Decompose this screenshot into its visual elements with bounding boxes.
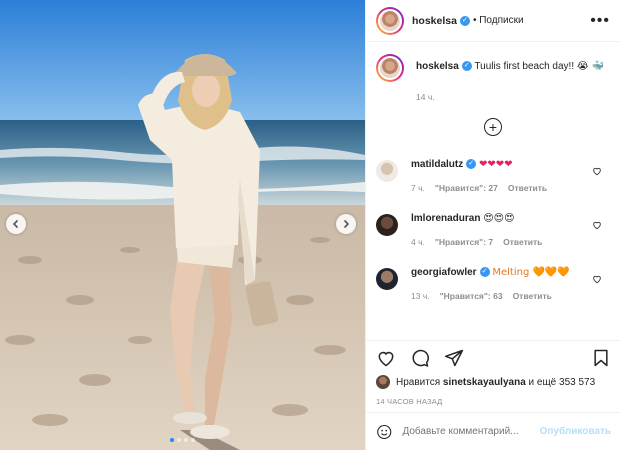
- reply-button[interactable]: Ответить: [503, 235, 542, 249]
- next-photo-button[interactable]: [336, 214, 356, 234]
- plus-circle-icon: +: [484, 118, 502, 136]
- comment-text: Melting 🧡🧡🧡: [492, 267, 570, 278]
- comment-time: 13 ч.: [411, 291, 430, 301]
- comment-username[interactable]: georgiafowler: [411, 267, 477, 278]
- caption-text: hoskelsa ✓ Tuulis first beach day!! 😭 🐳: [416, 60, 604, 82]
- load-more-comments[interactable]: +: [366, 118, 620, 136]
- liker-avatar: [376, 375, 390, 389]
- comment-time: 7 ч.: [411, 183, 425, 193]
- publish-button[interactable]: Опубликовать: [540, 426, 611, 437]
- post-header: hoskelsa ✓ • Подписки •••: [366, 0, 620, 42]
- caption-emoji: 😭 🐳: [576, 61, 605, 72]
- comment-item: matildalutz ✓ ❤❤❤❤ 7 ч. "Нравится": 27 Отве…: [366, 158, 620, 195]
- share-paper-plane-icon[interactable]: [444, 348, 464, 368]
- caption-avatar[interactable]: [376, 54, 404, 82]
- like-heart-icon[interactable]: [376, 348, 396, 368]
- caption-timestamp: 14 ч.: [416, 92, 435, 102]
- carousel-dot: [184, 438, 188, 442]
- commenter-avatar[interactable]: [376, 268, 398, 290]
- comments-list: matildalutz ✓ ❤❤❤❤ 7 ч. "Нравится": 27 Отве…: [366, 158, 620, 303]
- reply-button[interactable]: Ответить: [513, 289, 552, 303]
- prev-photo-button[interactable]: [6, 214, 26, 234]
- post-caption: hoskelsa ✓ Tuulis first beach day!! 😭 🐳: [366, 42, 620, 82]
- verified-badge-icon: ✓: [459, 15, 470, 26]
- comment-username[interactable]: matildalutz: [411, 159, 463, 170]
- chevron-left-icon: [12, 219, 19, 229]
- comment-likes[interactable]: "Нравится": 27: [435, 181, 498, 195]
- caption-username[interactable]: hoskelsa: [416, 61, 459, 72]
- author-avatar[interactable]: [376, 6, 404, 35]
- instagram-post-view: hoskelsa ✓ • Подписки ••• hoskelsa ✓ Tuul…: [0, 0, 620, 450]
- comment-likes[interactable]: "Нравится": 63: [440, 289, 503, 303]
- post-photo[interactable]: [0, 0, 365, 450]
- carousel-dot: [191, 438, 195, 442]
- follow-status[interactable]: • Подписки: [473, 15, 524, 26]
- comment-input[interactable]: [402, 426, 540, 437]
- comment-text: 😍😍😍: [483, 213, 515, 224]
- post-actions: Нравится sinetskayaulyana и ещё 353 573 …: [366, 340, 620, 406]
- comment-item: georgiafowler ✓ Melting 🧡🧡🧡 13 ч. "Нравитс…: [366, 266, 620, 303]
- likes-summary[interactable]: Нравится sinetskayaulyana и ещё 353 573: [376, 375, 611, 389]
- beach-photo: [0, 0, 365, 450]
- comment-time: 4 ч.: [411, 237, 425, 247]
- emoji-smiley-icon[interactable]: [376, 423, 392, 441]
- like-comment-heart-icon[interactable]: [592, 166, 602, 176]
- verified-badge-icon: ✓: [466, 159, 477, 170]
- liker-username[interactable]: sinetskayaulyana: [443, 377, 526, 388]
- likes-count[interactable]: и ещё 353 573: [529, 377, 596, 388]
- like-comment-heart-icon[interactable]: [592, 220, 602, 230]
- follow-label: Подписки: [479, 15, 524, 26]
- author-username[interactable]: hoskelsa: [412, 15, 457, 27]
- post-side-panel: hoskelsa ✓ • Подписки ••• hoskelsa ✓ Tuul…: [365, 0, 620, 450]
- bookmark-icon[interactable]: [591, 348, 611, 368]
- verified-badge-icon: ✓: [461, 61, 472, 72]
- commenter-avatar[interactable]: [376, 160, 398, 182]
- like-comment-heart-icon[interactable]: [592, 274, 602, 284]
- carousel-indicator: [0, 438, 365, 442]
- post-time-ago: 14 ЧАСОВ НАЗАД: [376, 397, 443, 406]
- verified-badge-icon: ✓: [479, 267, 490, 278]
- likes-prefix: Нравится: [396, 376, 441, 388]
- commenter-avatar[interactable]: [376, 214, 398, 236]
- reply-button[interactable]: Ответить: [508, 181, 547, 195]
- more-options-icon[interactable]: •••: [590, 12, 610, 30]
- comment-item: lmlorenaduran 😍😍😍 4 ч. "Нравится": 7 Ответ…: [366, 212, 620, 249]
- add-comment-bar: Опубликовать: [366, 412, 620, 450]
- comment-username[interactable]: lmlorenaduran: [411, 213, 480, 224]
- comment-text: ❤❤❤❤: [479, 159, 513, 170]
- carousel-dot: [177, 438, 181, 442]
- chevron-right-icon: [343, 219, 350, 229]
- comment-likes[interactable]: "Нравится": 7: [435, 235, 493, 249]
- caption-body: Tuulis first beach day!!: [474, 61, 575, 72]
- comment-bubble-icon[interactable]: [410, 348, 430, 368]
- carousel-dot: [170, 438, 174, 442]
